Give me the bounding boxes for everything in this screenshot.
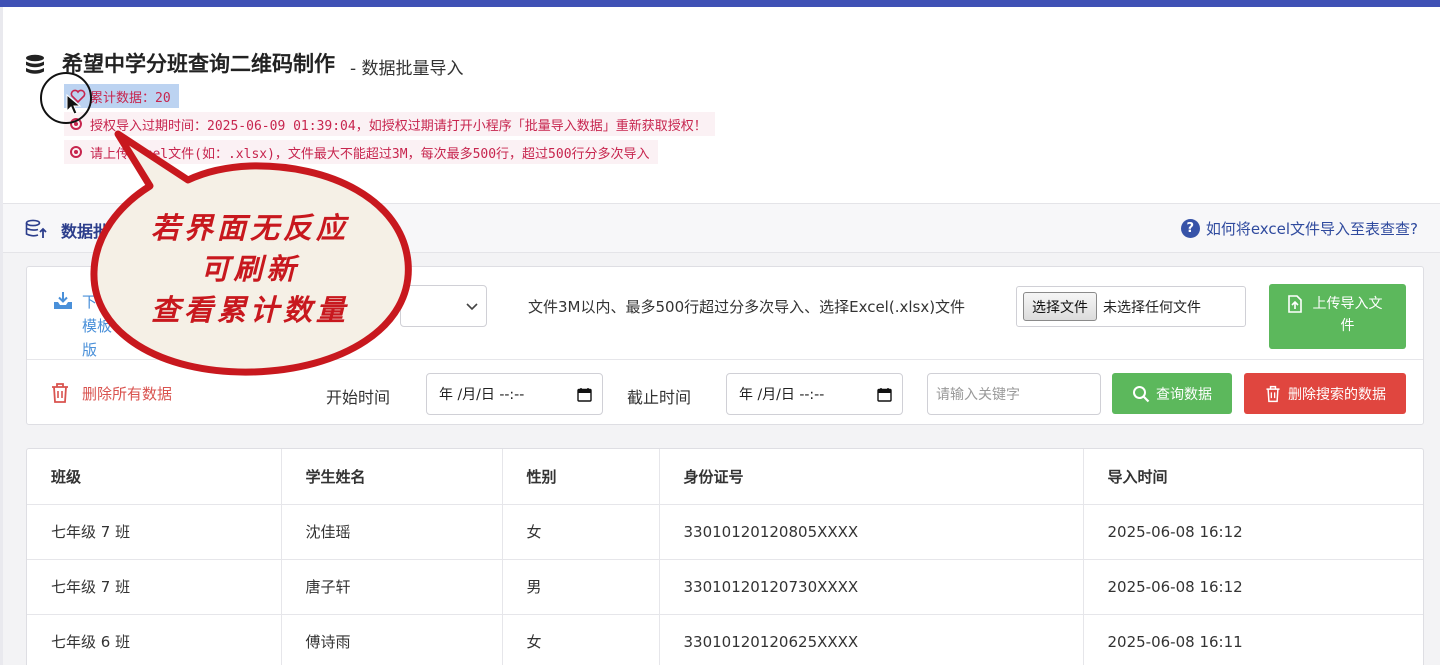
chevron-down-icon — [466, 303, 478, 311]
upload-hint-text: 文件3M以内、最多500行超过分多次导入、选择Excel(.xlsx)文件 — [528, 298, 966, 316]
cell-gender: 女 — [502, 614, 660, 665]
file-upload-icon — [1287, 295, 1302, 313]
top-accent-bar — [0, 0, 1440, 7]
end-time-input[interactable]: 年 /月/日 --:-- — [726, 373, 903, 415]
table-row[interactable]: 七年级 7 班 沈佳瑶 女 33010120120805XXXX 2025-06… — [27, 504, 1423, 560]
bullet-icon — [70, 146, 82, 158]
cell-id-number: 33010120120805XXXX — [659, 504, 1084, 560]
cell-import-time: 2025-06-08 16:11 — [1083, 614, 1423, 665]
start-time-value: 年 /月/日 --:-- — [439, 387, 525, 403]
file-status-text: 未选择任何文件 — [1103, 299, 1201, 316]
column-header[interactable]: 性别 — [502, 449, 660, 505]
calendar-icon[interactable] — [877, 387, 892, 402]
page-header: 希望中学分班查询二维码制作 - 数据批量导入 — [24, 46, 1424, 86]
delete-all-label: 删除所有数据 — [82, 384, 173, 403]
search-data-button[interactable]: 查询数据 — [1112, 373, 1232, 414]
question-circle-icon: ? — [1180, 219, 1200, 238]
column-header[interactable]: 学生姓名 — [281, 449, 503, 505]
search-button-label: 查询数据 — [1156, 386, 1212, 403]
cell-import-time: 2025-06-08 16:12 — [1083, 559, 1423, 615]
end-time-label: 截止时间 — [627, 388, 692, 407]
callout-line: 若界面无反应 — [150, 211, 349, 245]
page-title: 希望中学分班查询二维码制作 — [62, 52, 335, 76]
help-link-label: 如何将excel文件导入至表查查? — [1205, 220, 1418, 238]
table-row[interactable]: 七年级 6 班 傅诗雨 女 33010120120625XXXX 2025-06… — [27, 614, 1423, 665]
trash-icon — [1266, 385, 1280, 402]
mouse-pointer-icon — [66, 94, 82, 115]
student-data-table: 班级 学生姓名 性别 身份证号 导入时间 七年级 7 班 沈佳瑶 女 33010… — [27, 449, 1423, 665]
keyword-placeholder: 请输入关键字 — [936, 387, 1020, 403]
cell-student-name: 唐子轩 — [281, 559, 503, 615]
search-icon — [1133, 385, 1150, 402]
cell-gender: 男 — [502, 559, 660, 615]
end-time-value: 年 /月/日 --:-- — [739, 387, 825, 403]
file-input[interactable]: 选择文件 未选择任何文件 — [1016, 286, 1246, 327]
keyword-search-input[interactable]: 请输入关键字 — [927, 373, 1101, 415]
callout-line: 查看累计数量 — [150, 293, 349, 327]
column-header[interactable]: 导入时间 — [1083, 449, 1423, 505]
cell-id-number: 33010120120730XXXX — [659, 559, 1084, 615]
notice-text: 累计数据：20 — [90, 90, 171, 106]
card-divider — [27, 359, 1423, 360]
callout-text: 若界面无反应 可刷新 查看累计数量 — [100, 208, 400, 331]
help-link[interactable]: ? 如何将excel文件导入至表查查? — [1180, 218, 1418, 239]
delete-all-button[interactable]: 删除所有数据 — [50, 382, 172, 404]
database-icon — [26, 54, 44, 74]
cell-id-number: 33010120120625XXXX — [659, 614, 1084, 665]
notice-text: 授权导入过期时间：2025-06-09 01:39:04，如授权过期请打开小程序… — [90, 118, 707, 134]
notice-upload-rules: 请上传excel文件(如：.xlsx)，文件最大不能超过3M，每次最多500行，… — [64, 140, 658, 164]
template-select[interactable] — [400, 285, 487, 327]
choose-file-button[interactable]: 选择文件 — [1023, 292, 1097, 321]
data-table-card: 班级 学生姓名 性别 身份证号 导入时间 七年级 7 班 沈佳瑶 女 33010… — [26, 448, 1424, 665]
trash-icon — [52, 383, 68, 403]
notice-auth-expiry: 授权导入过期时间：2025-06-09 01:39:04，如授权过期请打开小程序… — [64, 112, 715, 136]
table-row[interactable]: 七年级 7 班 唐子轩 男 33010120120730XXXX 2025-06… — [27, 559, 1423, 615]
cell-gender: 女 — [502, 504, 660, 560]
notice-text: 请上传excel文件(如：.xlsx)，文件最大不能超过3M，每次最多500行，… — [90, 146, 650, 162]
download-icon — [54, 292, 72, 309]
column-header[interactable]: 身份证号 — [659, 449, 1084, 505]
upload-button-label: 上传导入文件 — [1312, 296, 1383, 334]
cell-student-name: 傅诗雨 — [281, 614, 503, 665]
cell-class: 七年级 7 班 — [27, 504, 282, 560]
cell-student-name: 沈佳瑶 — [281, 504, 503, 560]
cell-class: 七年级 6 班 — [27, 614, 282, 665]
page-subtitle: - 数据批量导入 — [350, 59, 464, 79]
start-time-label: 开始时间 — [326, 388, 391, 407]
cell-import-time: 2025-06-08 16:12 — [1083, 504, 1423, 560]
start-time-input[interactable]: 年 /月/日 --:-- — [426, 373, 603, 415]
cell-class: 七年级 7 班 — [27, 559, 282, 615]
delete-search-results-button[interactable]: 删除搜索的数据 — [1244, 373, 1406, 414]
calendar-icon[interactable] — [577, 387, 592, 402]
column-header[interactable]: 班级 — [27, 449, 282, 505]
database-upload-icon — [25, 219, 47, 238]
callout-line: 可刷新 — [200, 252, 300, 286]
upload-import-button[interactable]: 上传导入文件 — [1269, 284, 1406, 349]
table-header-row: 班级 学生姓名 性别 身份证号 导入时间 — [27, 449, 1423, 505]
delete-search-label: 删除搜索的数据 — [1288, 386, 1386, 403]
